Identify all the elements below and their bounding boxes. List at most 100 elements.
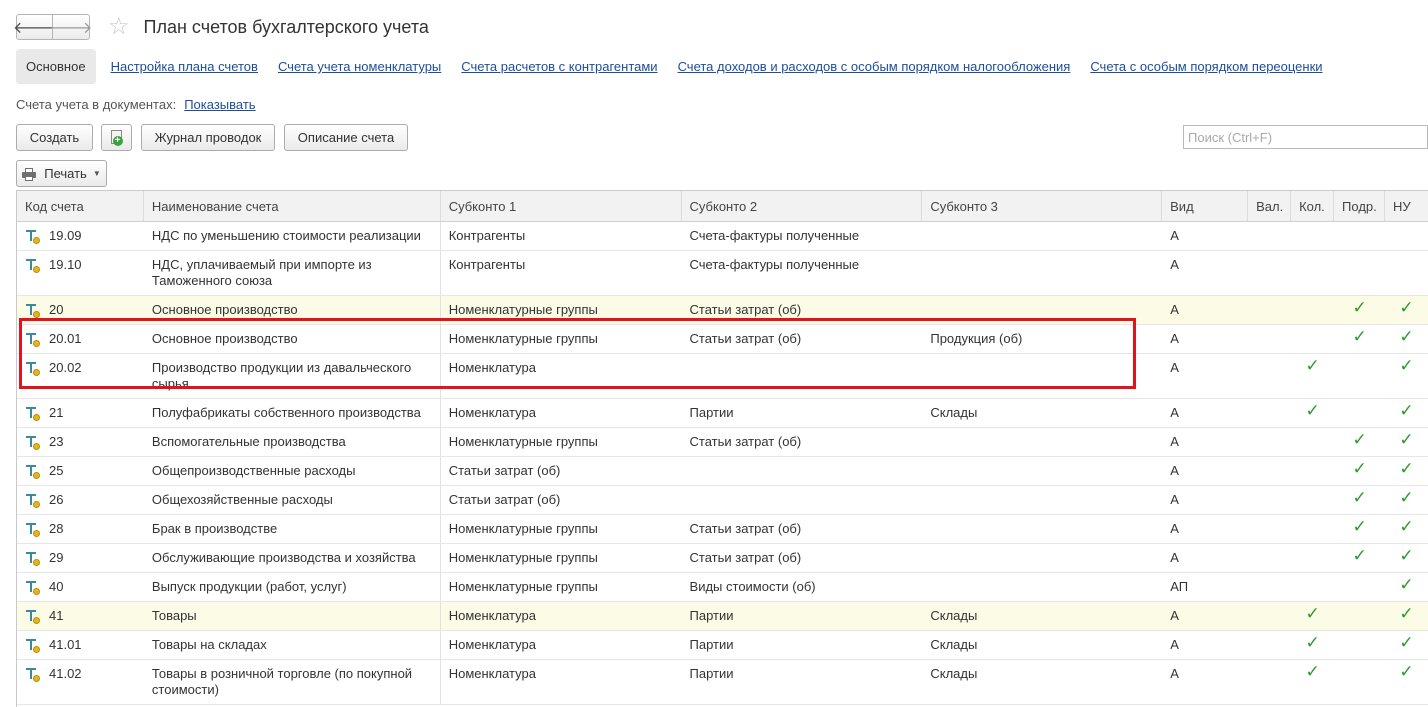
subconto2-cell: Виды стоимости (об) bbox=[689, 579, 816, 594]
account-code: 20.01 bbox=[49, 331, 82, 346]
account-icon bbox=[26, 434, 40, 450]
tab-nomenclature-accounts[interactable]: Счета учета номенклатуры bbox=[278, 59, 441, 74]
table-row[interactable]: 20 Основное производство Номенклатурные гр… bbox=[17, 296, 1428, 325]
create-button[interactable]: Создать bbox=[16, 124, 93, 151]
quantity-flag-cell bbox=[1291, 251, 1334, 295]
account-icon bbox=[26, 550, 40, 566]
currency-flag-cell bbox=[1248, 573, 1291, 601]
tab-contractor-accounts[interactable]: Счета расчетов с контрагентами bbox=[461, 59, 657, 74]
check-icon: ✓ bbox=[1399, 517, 1414, 536]
print-button[interactable]: Печать ▼ bbox=[16, 160, 107, 187]
subconto1-cell: Номенклатура bbox=[448, 360, 536, 375]
kind-cell: А bbox=[1170, 521, 1179, 536]
tax-flag-cell: ✓ bbox=[1385, 544, 1428, 572]
forward-button[interactable]: 🡒 bbox=[50, 14, 92, 40]
account-icon bbox=[26, 666, 40, 682]
account-name-cell: Полуфабрикаты собственного производства bbox=[144, 399, 441, 427]
kind-cell: А bbox=[1170, 434, 1179, 449]
table-row[interactable]: 41.02 Товары в розничной торговле (по пок… bbox=[17, 660, 1428, 705]
currency-flag-cell bbox=[1248, 486, 1291, 514]
currency-flag-cell bbox=[1248, 457, 1291, 485]
subconto3-cell bbox=[922, 457, 1162, 485]
col-header-name[interactable]: Наименование счета bbox=[144, 191, 441, 221]
kind-cell: А bbox=[1170, 228, 1179, 243]
subconto3-cell: Склады bbox=[930, 608, 978, 623]
tax-flag-cell: ✓ bbox=[1385, 399, 1428, 427]
tax-flag-cell: ✓ bbox=[1385, 660, 1428, 704]
col-header-currency[interactable]: Вал. bbox=[1248, 191, 1292, 221]
table-row[interactable]: 41 Товары Номенклатура Партии Склады А ✓ ✓ bbox=[17, 602, 1428, 631]
account-icon bbox=[26, 579, 40, 595]
table-row[interactable]: 23 Вспомогательные производства Номенклату… bbox=[17, 428, 1428, 457]
department-flag-cell: ✓ bbox=[1334, 486, 1385, 514]
tab-revaluation-accounts[interactable]: Счета с особым порядком переоценки bbox=[1090, 59, 1322, 74]
star-icon[interactable]: ☆ bbox=[108, 15, 130, 39]
table-row[interactable]: 19.10 НДС, уплачиваемый при импорте из Та… bbox=[17, 251, 1428, 296]
subconto3-cell bbox=[922, 354, 1162, 398]
account-name-cell: Товары в розничной торговле (по покупной… bbox=[144, 660, 441, 704]
tab-plan-settings[interactable]: Настройка плана счетов bbox=[111, 59, 258, 74]
back-button[interactable]: 🡐 bbox=[13, 14, 56, 40]
account-description-button[interactable]: Описание счета bbox=[284, 124, 408, 151]
subconto3-cell: Склады bbox=[930, 666, 978, 681]
check-icon: ✓ bbox=[1399, 633, 1414, 652]
department-flag-cell bbox=[1334, 222, 1385, 250]
subconto1-cell: Номенклатурные группы bbox=[448, 434, 598, 449]
table-row[interactable]: 28 Брак в производстве Номенклатурные груп… bbox=[17, 515, 1428, 544]
search-input[interactable] bbox=[1183, 125, 1428, 149]
show-docs-accounts-link[interactable]: Показывать bbox=[184, 97, 255, 112]
print-label: Печать bbox=[44, 166, 87, 181]
department-flag-cell bbox=[1334, 602, 1385, 630]
subconto3-cell bbox=[922, 544, 1162, 572]
tax-flag-cell: ✓ bbox=[1385, 457, 1428, 485]
account-icon bbox=[26, 637, 40, 653]
table-row[interactable]: 26 Общехозяйственные расходы Статьи затрат… bbox=[17, 486, 1428, 515]
subconto3-cell bbox=[922, 251, 1162, 295]
quantity-flag-cell: ✓ bbox=[1291, 602, 1334, 630]
currency-flag-cell bbox=[1248, 428, 1291, 456]
table-row[interactable]: 25 Общепроизводственные расходы Статьи зат… bbox=[17, 457, 1428, 486]
tax-flag-cell: ✓ bbox=[1385, 428, 1428, 456]
col-header-tax[interactable]: НУ bbox=[1385, 191, 1428, 221]
account-code: 41.01 bbox=[49, 637, 82, 652]
col-header-code[interactable]: Код счета bbox=[17, 191, 144, 221]
col-header-quantity[interactable]: Кол. bbox=[1291, 191, 1335, 221]
kind-cell: А bbox=[1170, 550, 1179, 565]
account-code-cell: 40 bbox=[17, 573, 144, 601]
department-flag-cell: ✓ bbox=[1334, 544, 1385, 572]
col-header-department[interactable]: Подр. bbox=[1334, 191, 1386, 221]
account-code: 26 bbox=[49, 492, 64, 507]
table-row[interactable]: 20.02 Производство продукции из давальчес… bbox=[17, 354, 1428, 399]
journal-button[interactable]: Журнал проводок bbox=[141, 124, 275, 151]
subconto3-cell: Склады bbox=[930, 637, 978, 652]
table-row[interactable]: 21 Полуфабрикаты собственного производств… bbox=[17, 399, 1428, 428]
subconto3-cell bbox=[922, 573, 1162, 601]
table-row[interactable]: 41.01 Товары на складах Номенклатура Партии… bbox=[17, 631, 1428, 660]
table-row[interactable]: 20.01 Основное производство Номенклатурные… bbox=[17, 325, 1428, 354]
quantity-flag-cell bbox=[1291, 296, 1334, 324]
account-name-cell: Основное производство bbox=[144, 296, 441, 324]
table-row[interactable]: 40 Выпуск продукции (работ, услуг) Номенкл… bbox=[17, 573, 1428, 602]
account-icon bbox=[26, 608, 40, 624]
tab-main[interactable]: Основное bbox=[16, 49, 96, 84]
currency-flag-cell bbox=[1248, 354, 1291, 398]
col-header-subconto2[interactable]: Субконто 2 bbox=[682, 191, 923, 221]
table-row[interactable]: 29 Обслуживающие производства и хозяйства… bbox=[17, 544, 1428, 573]
col-header-subconto3[interactable]: Субконто 3 bbox=[922, 191, 1163, 221]
quantity-flag-cell: ✓ bbox=[1291, 354, 1334, 398]
table-row[interactable]: 19.09 НДС по уменьшению стоимости реализа… bbox=[17, 222, 1428, 251]
check-icon: ✓ bbox=[1352, 546, 1367, 565]
account-code-cell: 21 bbox=[17, 399, 144, 427]
copy-button[interactable]: + bbox=[101, 124, 132, 151]
kind-cell: А bbox=[1170, 302, 1179, 317]
printer-icon bbox=[22, 167, 37, 181]
department-flag-cell bbox=[1334, 251, 1385, 295]
kind-cell: А bbox=[1170, 405, 1179, 420]
col-header-subconto1[interactable]: Субконто 1 bbox=[441, 191, 682, 221]
col-header-kind[interactable]: Вид bbox=[1162, 191, 1249, 221]
subconto3-cell bbox=[922, 428, 1162, 456]
department-flag-cell: ✓ bbox=[1334, 515, 1385, 543]
account-name-cell: НДС, уплачиваемый при импорте из Таможен… bbox=[144, 251, 441, 295]
account-code-cell: 23 bbox=[17, 428, 144, 456]
tab-special-tax-accounts[interactable]: Счета доходов и расходов с особым порядк… bbox=[678, 59, 1071, 74]
